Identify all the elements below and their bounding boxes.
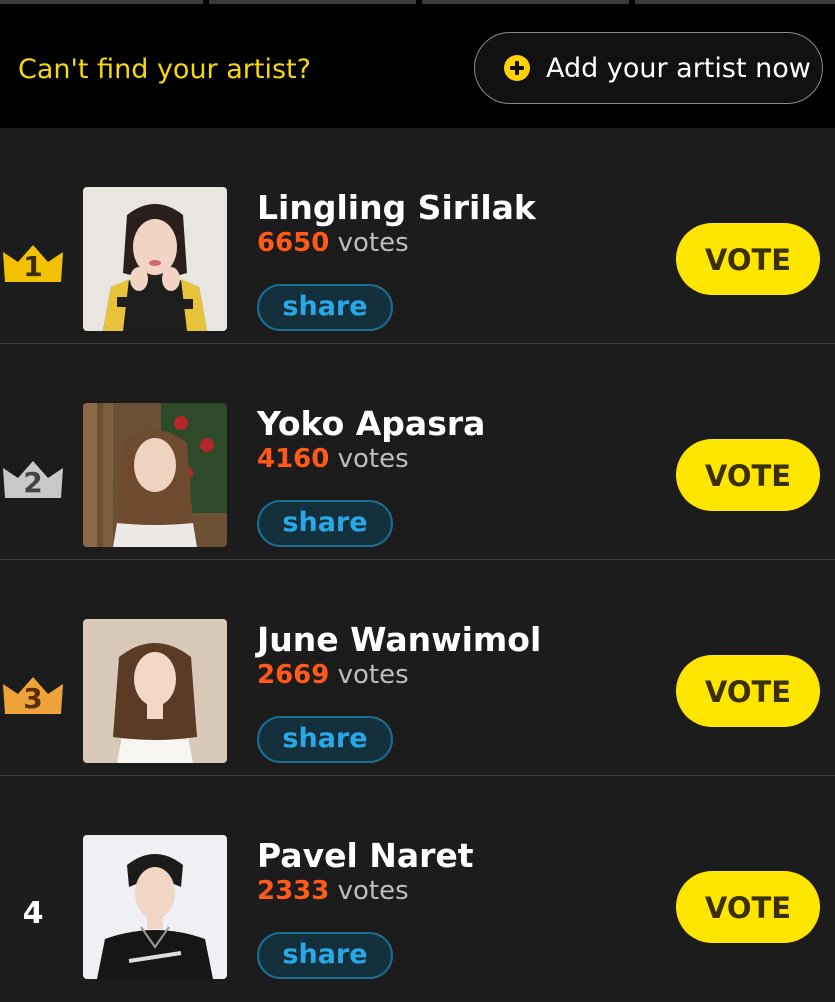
artist-row: 4 Pavel Naret 2333 votes share VOTE	[0, 776, 835, 992]
rank-number: 4	[22, 896, 44, 931]
vote-count-line: 2669 votes	[257, 660, 409, 690]
top-tab-segment	[0, 0, 203, 4]
vote-count-line: 4160 votes	[257, 444, 409, 474]
artist-row: 2 Yoko Apasra 4160 votes share VOTE	[0, 344, 835, 560]
top-tab-strip	[0, 0, 835, 8]
artist-name: June Wanwimol	[257, 620, 542, 659]
rank-number: 3	[23, 682, 43, 715]
gold-crown-icon: 1	[2, 242, 64, 286]
bronze-crown-icon: 3	[2, 674, 64, 718]
votes-label: votes	[337, 444, 409, 474]
artist-photo	[83, 403, 227, 547]
vote-button[interactable]: VOTE	[676, 871, 820, 943]
vote-count: 6650	[257, 228, 330, 258]
votes-label: votes	[337, 228, 409, 258]
add-artist-button[interactable]: Add your artist now	[474, 32, 823, 104]
vote-count-line: 2333 votes	[257, 876, 409, 906]
share-button[interactable]: share	[257, 716, 393, 763]
top-tab-segment	[635, 0, 835, 4]
artist-name: Yoko Apasra	[257, 404, 486, 443]
add-artist-banner: Can't find your artist? Add your artist …	[0, 8, 835, 128]
vote-count: 4160	[257, 444, 330, 474]
vote-button[interactable]: VOTE	[676, 655, 820, 727]
vote-count-line: 6650 votes	[257, 228, 409, 258]
votes-label: votes	[337, 660, 409, 690]
votes-label: votes	[337, 876, 409, 906]
rank-number: 2	[23, 466, 43, 499]
artist-photo	[83, 835, 227, 979]
artist-name: Pavel Naret	[257, 836, 474, 875]
vote-button[interactable]: VOTE	[676, 439, 820, 511]
add-artist-button-label: Add your artist now	[546, 52, 811, 84]
vote-count: 2333	[257, 876, 330, 906]
top-tab-segment	[422, 0, 629, 4]
artist-row: 3 June Wanwimol 2669 votes share VOTE	[0, 560, 835, 776]
artist-photo	[83, 187, 227, 331]
share-button[interactable]: share	[257, 500, 393, 547]
rank-badge: 4	[2, 890, 64, 934]
share-button[interactable]: share	[257, 932, 393, 979]
top-tab-segment	[209, 0, 416, 4]
silver-crown-icon: 2	[2, 458, 64, 502]
artist-photo	[83, 619, 227, 763]
rank-number: 1	[23, 250, 43, 283]
artist-ranking-list: 1 Lingling Sirilak 6650 votes share VOTE…	[0, 128, 835, 992]
vote-count: 2669	[257, 660, 330, 690]
share-button[interactable]: share	[257, 284, 393, 331]
plus-circle-icon	[504, 55, 530, 81]
cant-find-artist-text: Can't find your artist?	[18, 54, 311, 85]
artist-name: Lingling Sirilak	[257, 188, 536, 227]
vote-button[interactable]: VOTE	[676, 223, 820, 295]
artist-row: 1 Lingling Sirilak 6650 votes share VOTE	[0, 128, 835, 344]
